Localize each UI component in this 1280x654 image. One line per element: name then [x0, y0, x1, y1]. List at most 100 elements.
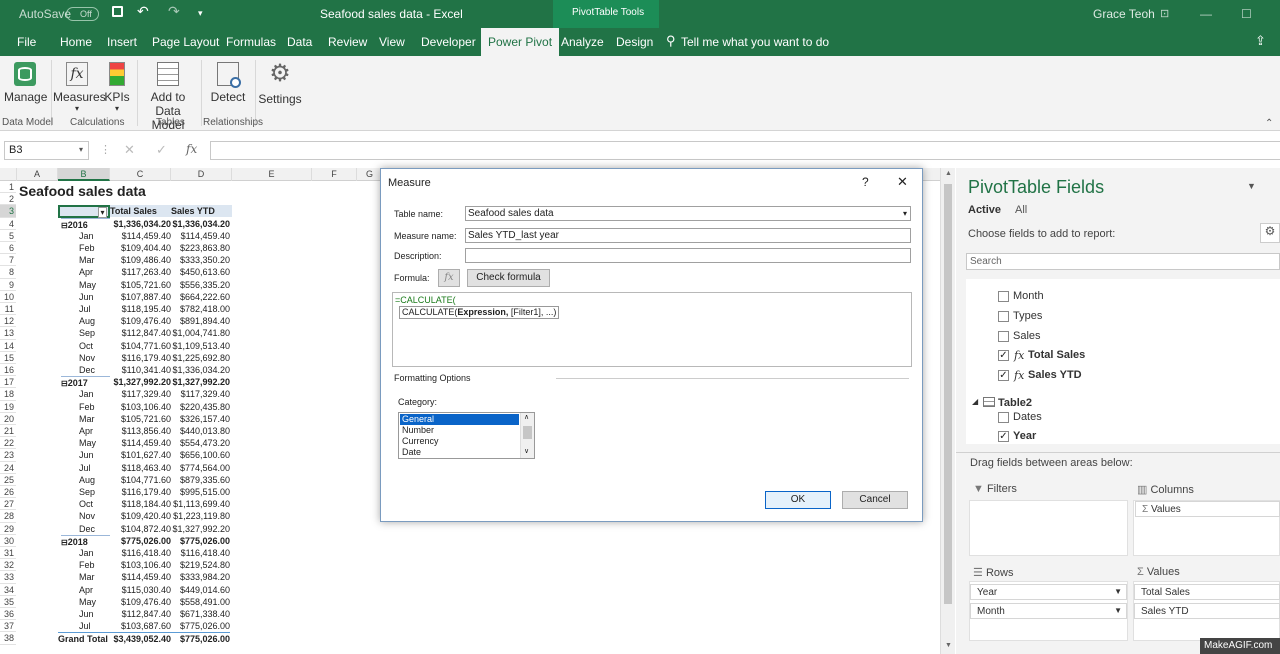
autosave-toggle[interactable]: Off — [66, 7, 99, 21]
row-header[interactable]: 35 — [0, 596, 16, 608]
category-item[interactable]: General — [400, 414, 519, 425]
pivot-row-label[interactable]: Nov — [79, 510, 109, 522]
total-sales-cell[interactable]: $775,026.00 — [110, 535, 171, 547]
row-header[interactable]: 14 — [0, 340, 16, 352]
collapse-icon[interactable]: ⊟ — [61, 379, 68, 388]
field-checkbox[interactable]: ✓ — [998, 370, 1009, 381]
pivot-row-label[interactable]: Oct — [79, 340, 109, 352]
redo-icon[interactable]: ↷ — [168, 3, 180, 20]
row-header[interactable]: 19 — [0, 401, 16, 413]
row-header[interactable]: 7 — [0, 254, 16, 267]
column-header-b[interactable]: B — [58, 168, 110, 181]
sales-ytd-cell[interactable]: $554,473.20 — [171, 437, 230, 449]
pivot-row-label[interactable]: ⊟2018 — [61, 534, 110, 547]
sales-ytd-cell[interactable]: $450,613.60 — [171, 266, 230, 278]
row-header[interactable]: 26 — [0, 486, 16, 499]
sales-ytd-cell[interactable]: $1,327,992.20 — [171, 376, 230, 388]
category-item[interactable]: Number — [400, 425, 434, 436]
collapse-table-icon[interactable]: ◢ — [972, 397, 978, 406]
total-sales-cell[interactable]: $104,771.60 — [110, 474, 171, 486]
row-header[interactable]: 8 — [0, 266, 16, 279]
row-header[interactable]: 2 — [0, 193, 16, 206]
rows-field-chip[interactable]: Month ▼ — [970, 603, 1127, 619]
tab-formulas[interactable]: Formulas — [226, 35, 276, 49]
total-sales-cell[interactable]: $117,263.40 — [110, 266, 171, 278]
minimize-icon[interactable]: — — [1200, 7, 1212, 21]
field-item[interactable]: Sales YTD — [1028, 369, 1082, 381]
pivot-row-label[interactable]: Apr — [79, 425, 109, 437]
row-header[interactable]: 34 — [0, 584, 16, 596]
chevron-down-icon[interactable]: ▼ — [1114, 587, 1122, 596]
share-icon[interactable]: ⇪ — [1255, 33, 1266, 49]
row-header[interactable]: 20 — [0, 413, 16, 425]
total-sales-cell[interactable]: $114,459.40 — [110, 230, 171, 242]
pivot-row-label[interactable]: Nov — [79, 352, 109, 364]
sheet-title[interactable]: Seafood sales data — [19, 182, 146, 200]
column-header-f[interactable]: F — [312, 168, 357, 181]
total-sales-cell[interactable]: $116,179.40 — [110, 352, 171, 364]
field-item[interactable]: Sales — [1013, 330, 1041, 342]
pivot-row-label[interactable]: May — [79, 279, 109, 291]
total-sales-cell[interactable]: $105,721.60 — [110, 413, 171, 425]
total-sales-cell[interactable]: $103,106.40 — [110, 401, 171, 413]
collapse-icon[interactable]: ⊟ — [61, 538, 68, 547]
pivot-row-label[interactable]: Mar — [79, 254, 109, 266]
manage-button[interactable]: Manage — [4, 60, 47, 104]
total-sales-cell[interactable]: $104,872.40 — [110, 523, 171, 535]
total-sales-cell[interactable]: $1,327,992.20 — [110, 376, 171, 388]
column-header-a[interactable]: A — [17, 168, 58, 181]
scroll-up-icon[interactable]: ▲ — [945, 170, 952, 177]
pivot-row-label[interactable]: Feb — [79, 559, 109, 571]
total-sales-cell[interactable]: $109,486.40 — [110, 254, 171, 266]
pivot-row-label[interactable]: May — [79, 596, 109, 608]
sales-ytd-cell[interactable]: $114,459.40 — [171, 230, 230, 242]
formula-editor[interactable]: =CALCULATE( CALCULATE(Expression, [Filte… — [392, 292, 912, 367]
tab-file[interactable]: File — [17, 35, 36, 49]
field-item[interactable]: Dates — [1013, 411, 1042, 423]
row-header[interactable]: 33 — [0, 571, 16, 584]
ribbon-display-icon[interactable]: ⊡ — [1160, 7, 1169, 20]
total-sales-cell[interactable]: $110,341.40 — [110, 364, 171, 376]
pivot-row-label[interactable]: Sep — [79, 327, 109, 339]
sales-ytd-cell[interactable]: $1,336,034.20 — [171, 218, 230, 230]
column-header-e[interactable]: E — [232, 168, 312, 181]
sales-ytd-cell[interactable]: $1,109,513.40 — [171, 340, 230, 352]
rows-field-chip[interactable]: Year ▼ — [970, 584, 1127, 600]
sales-ytd-cell[interactable]: $333,350.20 — [171, 254, 230, 266]
total-sales-cell[interactable]: $113,856.40 — [110, 425, 171, 437]
row-header[interactable]: 17 — [0, 376, 16, 389]
tab-all[interactable]: All — [1015, 204, 1027, 216]
pivot-row-label[interactable]: Jul — [79, 303, 109, 315]
pivot-row-label[interactable]: Apr — [79, 266, 109, 278]
pivot-row-label[interactable]: Oct — [79, 498, 109, 510]
total-sales-cell[interactable]: $103,106.40 — [110, 559, 171, 571]
kpis-button[interactable]: KPIs ▾ — [102, 60, 132, 113]
pivot-row-label[interactable]: ⊟2017 — [61, 376, 110, 388]
row-header[interactable]: 29 — [0, 523, 16, 535]
field-checkbox[interactable] — [998, 311, 1009, 322]
pane-options-icon[interactable]: ▼ — [1247, 181, 1256, 191]
grand-total-sales[interactable]: $3,439,052.40 — [110, 632, 171, 644]
gear-icon[interactable]: ⚙ — [1260, 223, 1280, 243]
collapse-icon[interactable]: ⊟ — [61, 221, 68, 230]
row-header[interactable]: 6 — [0, 242, 16, 255]
row-header[interactable]: 1 — [0, 181, 16, 194]
pivot-header-sales-ytd[interactable]: Sales YTD — [171, 205, 232, 218]
row-header[interactable]: 21 — [0, 425, 16, 438]
sales-ytd-cell[interactable]: $117,329.40 — [171, 388, 230, 400]
tab-data[interactable]: Data — [287, 35, 312, 49]
measures-button[interactable]: fx Measures ▾ — [53, 60, 106, 113]
field-item[interactable]: Month — [1013, 290, 1044, 302]
total-sales-cell[interactable]: $101,627.40 — [110, 449, 171, 461]
tab-active[interactable]: Active — [968, 204, 1001, 216]
row-header[interactable]: 27 — [0, 498, 16, 511]
total-sales-cell[interactable]: $104,771.60 — [110, 340, 171, 352]
row-header[interactable]: 22 — [0, 437, 16, 450]
sales-ytd-cell[interactable]: $440,013.80 — [171, 425, 230, 437]
total-sales-cell[interactable]: $117,329.40 — [110, 388, 171, 400]
description-input[interactable] — [465, 248, 911, 263]
total-sales-cell[interactable]: $116,418.40 — [110, 547, 171, 559]
pivot-row-label[interactable]: Jun — [79, 449, 109, 461]
row-header[interactable]: 9 — [0, 279, 16, 291]
total-sales-cell[interactable]: $118,195.40 — [110, 303, 171, 315]
